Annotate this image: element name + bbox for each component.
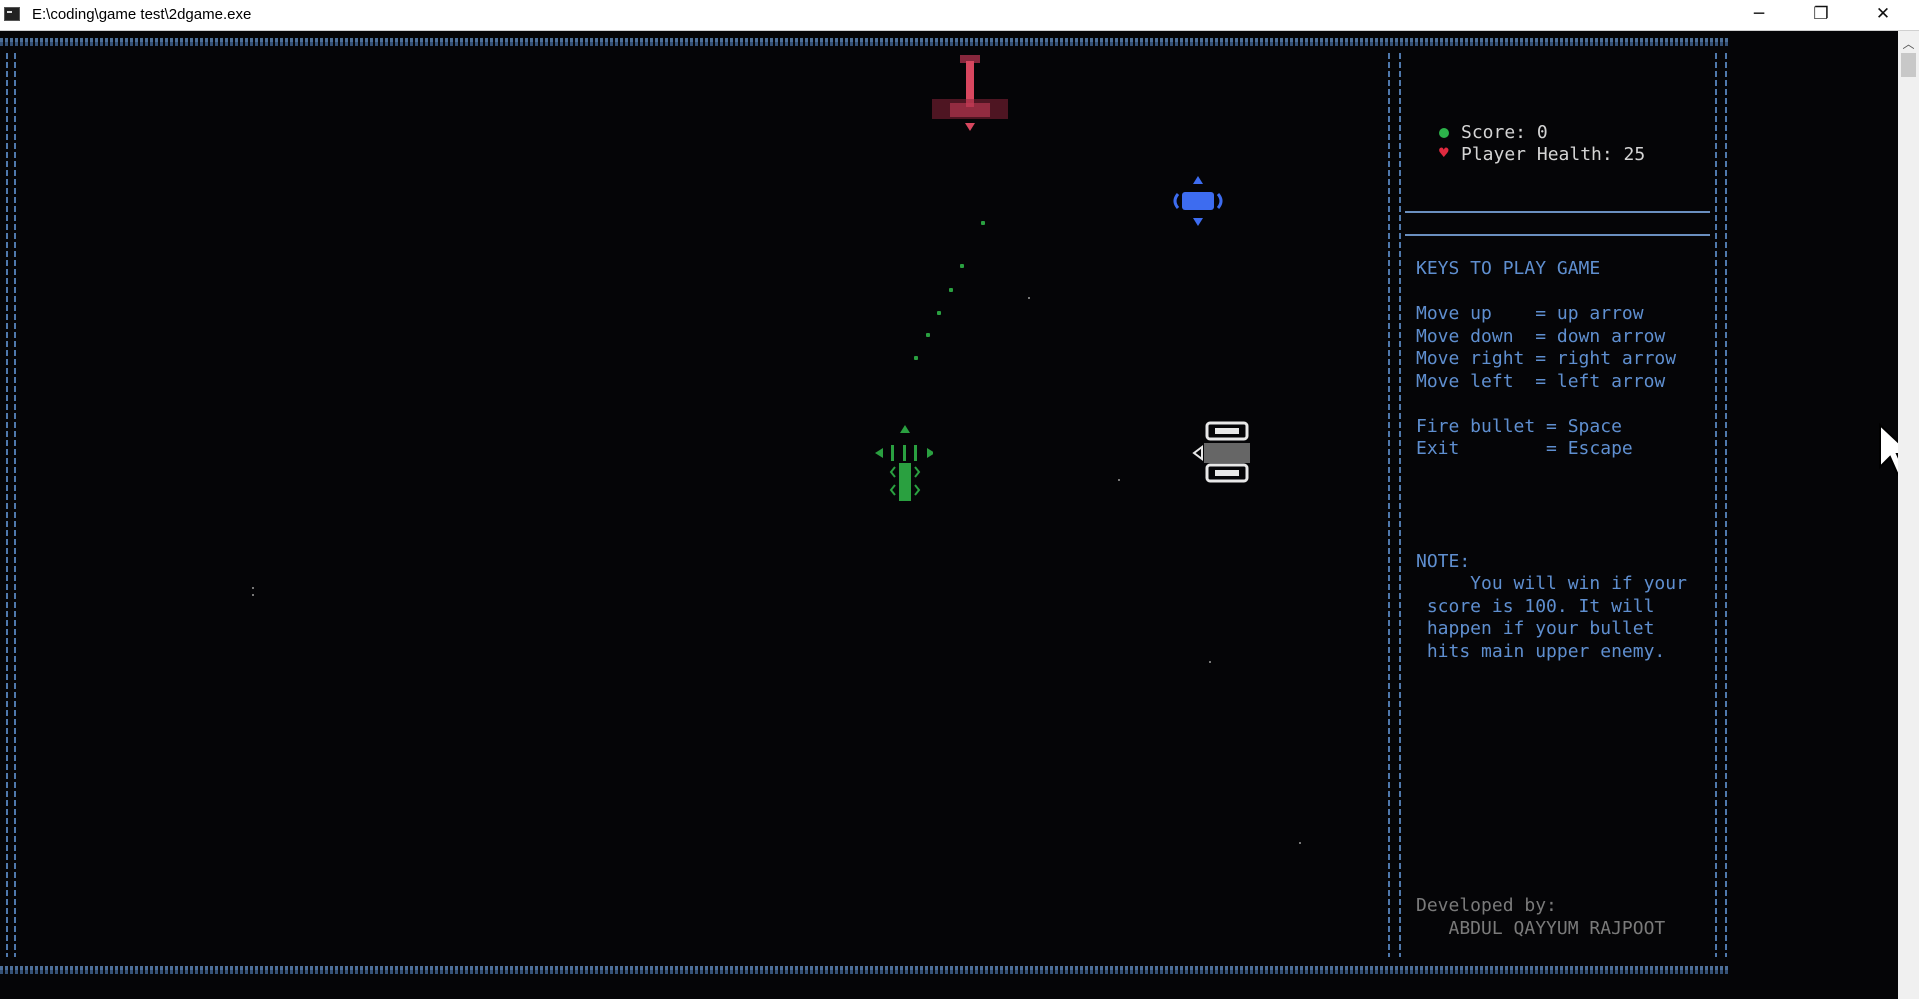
window-title: E:\coding\game test\2dgame.exe xyxy=(32,6,252,23)
developed-by-label: Developed by: xyxy=(1416,895,1557,916)
vertical-scrollbar[interactable]: ︿ xyxy=(1898,31,1919,999)
key-line-fire: Fire bullet = Space xyxy=(1416,416,1622,437)
app-console-icon xyxy=(4,7,20,21)
restore-button[interactable]: ❐ xyxy=(1790,0,1852,31)
developer-name: ABDUL QAYYUM RAJPOOT xyxy=(1416,918,1666,939)
top-border xyxy=(0,38,1730,46)
keys-heading: KEYS TO PLAY GAME xyxy=(1416,258,1601,279)
key-line-right: Move right = right arrow xyxy=(1416,348,1677,369)
note-heading: NOTE: xyxy=(1416,551,1471,572)
note-line-4: hits main upper enemy. xyxy=(1416,641,1666,662)
key-line-left: Move left = left arrow xyxy=(1416,371,1666,392)
key-line-exit: Exit = Escape xyxy=(1416,438,1633,459)
player-bullet xyxy=(937,311,941,315)
scroll-up-icon[interactable]: ︿ xyxy=(1898,35,1919,52)
player-ship xyxy=(875,425,933,501)
right-border-b xyxy=(1725,53,1727,957)
player-bullet xyxy=(926,333,930,337)
scroll-thumb[interactable] xyxy=(1901,53,1916,77)
white-enemy-ship xyxy=(1192,421,1250,483)
right-border-a xyxy=(1715,53,1717,957)
sidebar-divider-bottom xyxy=(1405,234,1710,236)
bottom-border xyxy=(0,966,1730,974)
enemy-bullet xyxy=(252,587,254,589)
note-line-1: You will win if your xyxy=(1416,573,1687,594)
blue-enemy-ship xyxy=(1173,176,1223,226)
score-label: Score: 0 xyxy=(1461,122,1548,143)
health-label: Player Health: 25 xyxy=(1461,144,1646,165)
note-line-2: score is 100. It will xyxy=(1416,596,1655,617)
title-bar: E:\coding\game test\2dgame.exe ─ ❐ ✕ xyxy=(0,0,1919,31)
player-bullet xyxy=(981,221,985,225)
enemy-bullet xyxy=(1209,661,1211,663)
heart-icon: ♥ xyxy=(1438,146,1450,161)
player-bullet xyxy=(949,288,953,292)
sidebar-left-border-a xyxy=(1388,53,1390,957)
sidebar-left-border-b xyxy=(1399,53,1401,957)
left-border-inner xyxy=(14,53,16,957)
enemy-bullet xyxy=(1299,842,1301,844)
key-line-up: Move up = up arrow xyxy=(1416,303,1644,324)
player-bullet xyxy=(960,264,964,268)
close-button[interactable]: ✕ xyxy=(1852,0,1914,31)
left-border-outer xyxy=(6,53,8,957)
sidebar-divider-top xyxy=(1405,211,1710,213)
key-line-down: Move down = down arrow xyxy=(1416,326,1666,347)
enemy-bullet xyxy=(1118,479,1120,481)
enemy-bullet xyxy=(1028,297,1030,299)
note-line-3: happen if your bullet xyxy=(1416,618,1655,639)
minimize-button[interactable]: ─ xyxy=(1728,0,1790,31)
game-console[interactable]: Score: 0 ♥ Player Health: 25 KEYS TO PLA… xyxy=(0,31,1914,999)
green-dot-icon xyxy=(1439,128,1449,138)
boss-enemy-ship xyxy=(932,55,1008,131)
enemy-bullet xyxy=(252,594,254,596)
player-bullet xyxy=(914,356,918,360)
